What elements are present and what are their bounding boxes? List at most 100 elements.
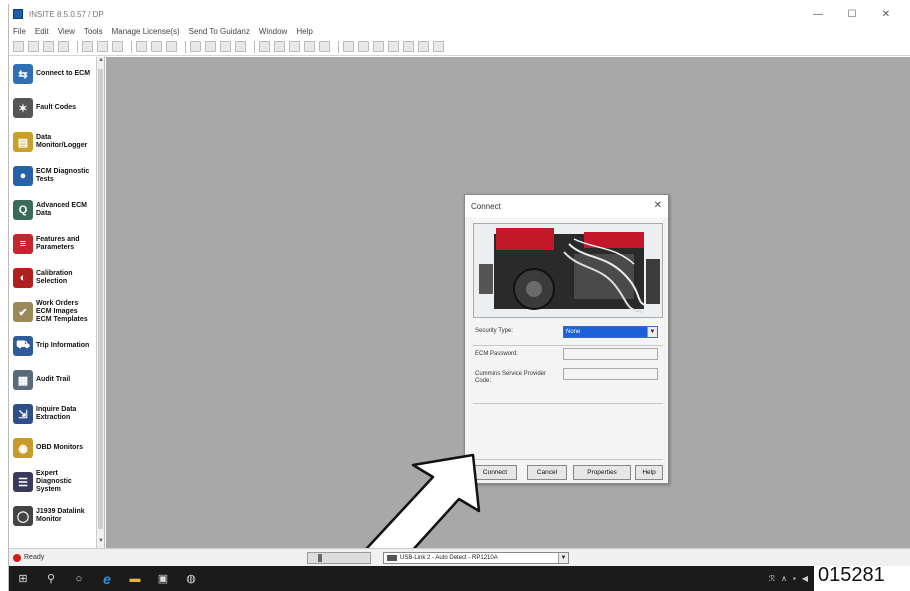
network-icon[interactable]: ▪ (793, 574, 796, 583)
status-slider[interactable] (307, 552, 371, 564)
toolbar-button[interactable] (58, 41, 69, 52)
sidebar-item-j1939-datalink[interactable]: ◯ J1939 Datalink Monitor (9, 499, 104, 533)
toolbar-button[interactable] (358, 41, 369, 52)
sidebar-item-trip-information[interactable]: ⛟ Trip Information (9, 329, 104, 363)
menu-edit[interactable]: Edit (35, 27, 49, 36)
calibration-icon: ◐ (13, 268, 33, 288)
sidebar-item-expert-diagnostic[interactable]: ☰ Expert Diagnostic System (9, 465, 104, 499)
chevron-down-icon[interactable]: ▼ (647, 327, 657, 337)
toolbar-button[interactable] (274, 41, 285, 52)
toolbar-button[interactable] (166, 41, 177, 52)
sidebar-item-data-monitor[interactable]: ▤ Data Monitor/Logger (9, 125, 104, 159)
ecm-password-field[interactable] (563, 348, 658, 360)
toolbar-button[interactable] (220, 41, 231, 52)
toolbar-button[interactable] (151, 41, 162, 52)
menu-window[interactable]: Window (259, 27, 287, 36)
search-icon[interactable]: ⚲ (37, 566, 65, 591)
toolbar-button[interactable] (43, 41, 54, 52)
toolbar-button[interactable] (13, 41, 24, 52)
features-parameters-icon: ≡ (13, 234, 33, 254)
connect-icon: ⇆ (13, 64, 33, 84)
connect-dialog: Connect ✕ Security Type: None ▼ ECM Pass… (464, 194, 669, 484)
sidebar-item-diagnostic-tests[interactable]: ● ECM Diagnostic Tests (9, 159, 104, 193)
minimize-button[interactable]: — (801, 9, 835, 20)
scroll-down-icon[interactable]: ▼ (97, 538, 104, 548)
toolbar-button[interactable] (82, 41, 93, 52)
close-window-button[interactable]: ✕ (869, 9, 903, 20)
sidebar-item-calibration[interactable]: ◐ Calibration Selection (9, 261, 104, 295)
window-title: INSITE 8.5.0.57 / DP (29, 9, 104, 19)
toolbar-button[interactable] (28, 41, 39, 52)
maximize-button[interactable]: ☐ (835, 9, 869, 20)
menu-tools[interactable]: Tools (84, 27, 103, 36)
menu-help[interactable]: Help (296, 27, 312, 36)
cancel-button[interactable]: Cancel (527, 465, 567, 480)
workspace: Connect ✕ Security Type: None ▼ ECM Pass… (106, 57, 910, 587)
sidebar-item-fault-codes[interactable]: ✶ Fault Codes (9, 91, 104, 125)
app-taskbar-icon[interactable]: ◍ (177, 566, 205, 591)
properties-button[interactable]: Properties (573, 465, 631, 480)
work-orders-icon: ✔ (13, 302, 33, 322)
scroll-up-icon[interactable]: ▲ (97, 57, 104, 67)
dialog-title-bar: Connect ✕ (465, 195, 668, 217)
service-provider-code-field[interactable] (563, 368, 658, 380)
toolbar-button[interactable] (373, 41, 384, 52)
windows-start-icon[interactable]: ⊞ (9, 566, 37, 591)
scrollbar-thumb[interactable] (98, 69, 103, 529)
sidebar: ⇆ Connect to ECM ✶ Fault Codes ▤ Data Monitor… (9, 57, 105, 548)
slider-knob[interactable] (318, 554, 322, 562)
sidebar-item-obd-monitors[interactable]: ◉ OBD Monitors (9, 431, 104, 465)
toolbar-button[interactable] (289, 41, 300, 52)
task-view-icon[interactable]: ○ (65, 566, 93, 591)
volume-icon[interactable]: ◀ (802, 574, 808, 583)
usb-icon (387, 555, 397, 561)
sidebar-item-label: Work Orders ECM Images ECM Templates (36, 300, 88, 323)
toolbar-separator (254, 40, 255, 53)
help-button[interactable]: Help (635, 465, 663, 480)
title-bar: INSITE 8.5.0.57 / DP — ☐ ✕ (9, 4, 910, 24)
sidebar-item-label: Fault Codes (36, 104, 77, 111)
sidebar-scrollbar[interactable]: ▲ ▼ (96, 57, 104, 548)
menu-send-to-guidanz[interactable]: Send To Guidanz (189, 27, 250, 36)
toolbar-button[interactable] (319, 41, 330, 52)
sidebar-item-audit-trail[interactable]: ▦ Audit Trail (9, 363, 104, 397)
dialog-close-icon[interactable]: ✕ (654, 200, 662, 211)
internet-explorer-icon[interactable]: e (93, 566, 121, 591)
security-type-select[interactable]: None ▼ (563, 326, 658, 338)
sidebar-item-advanced-ecm-data[interactable]: Q Advanced ECM Data (9, 193, 104, 227)
toolbar-button[interactable] (343, 41, 354, 52)
sidebar-item-label: Audit Trail (36, 376, 71, 383)
toolbar-button[interactable] (235, 41, 246, 52)
toolbar-button[interactable] (388, 41, 399, 52)
sidebar-item-work-orders[interactable]: ✔ Work Orders ECM Images ECM Templates (9, 295, 104, 329)
sidebar-item-inquire-data[interactable]: ⇲ Inquire Data Extraction (9, 397, 104, 431)
toolbar-button[interactable] (403, 41, 414, 52)
toolbar-button[interactable] (418, 41, 429, 52)
menu-file[interactable]: File (13, 27, 26, 36)
toolbar-button[interactable] (190, 41, 201, 52)
toolbar-button[interactable] (136, 41, 147, 52)
chevron-down-icon[interactable]: ▼ (558, 553, 568, 563)
expert-diagnostic-icon: ☰ (13, 472, 33, 492)
insite-taskbar-icon[interactable]: ▣ (149, 566, 177, 591)
inquire-data-icon: ⇲ (13, 404, 33, 424)
toolbar-button[interactable] (433, 41, 444, 52)
menu-view[interactable]: View (58, 27, 75, 36)
menu-manage-licenses[interactable]: Manage License(s) (112, 27, 180, 36)
toolbar-button[interactable] (97, 41, 108, 52)
adapter-select[interactable]: USB-Link 2 - Auto Detect - RP1210A ▼ (383, 552, 569, 564)
toolbar-button[interactable] (205, 41, 216, 52)
people-icon[interactable]: ℛ (769, 574, 775, 583)
sidebar-item-connect[interactable]: ⇆ Connect to ECM (9, 57, 104, 91)
window-controls: — ☐ ✕ (801, 4, 903, 24)
security-type-value: None (566, 329, 581, 335)
sidebar-item-label: Advanced ECM Data (36, 202, 87, 217)
diagnostic-tests-icon: ● (13, 166, 33, 186)
sidebar-item-features-parameters[interactable]: ≡ Features and Parameters (9, 227, 104, 261)
toolbar-button[interactable] (259, 41, 270, 52)
toolbar-button[interactable] (112, 41, 123, 52)
file-explorer-icon[interactable]: ▬ (121, 566, 149, 591)
tray-chevron-icon[interactable]: ∧ (781, 574, 787, 583)
toolbar-button[interactable] (304, 41, 315, 52)
dialog-separator (473, 345, 663, 346)
